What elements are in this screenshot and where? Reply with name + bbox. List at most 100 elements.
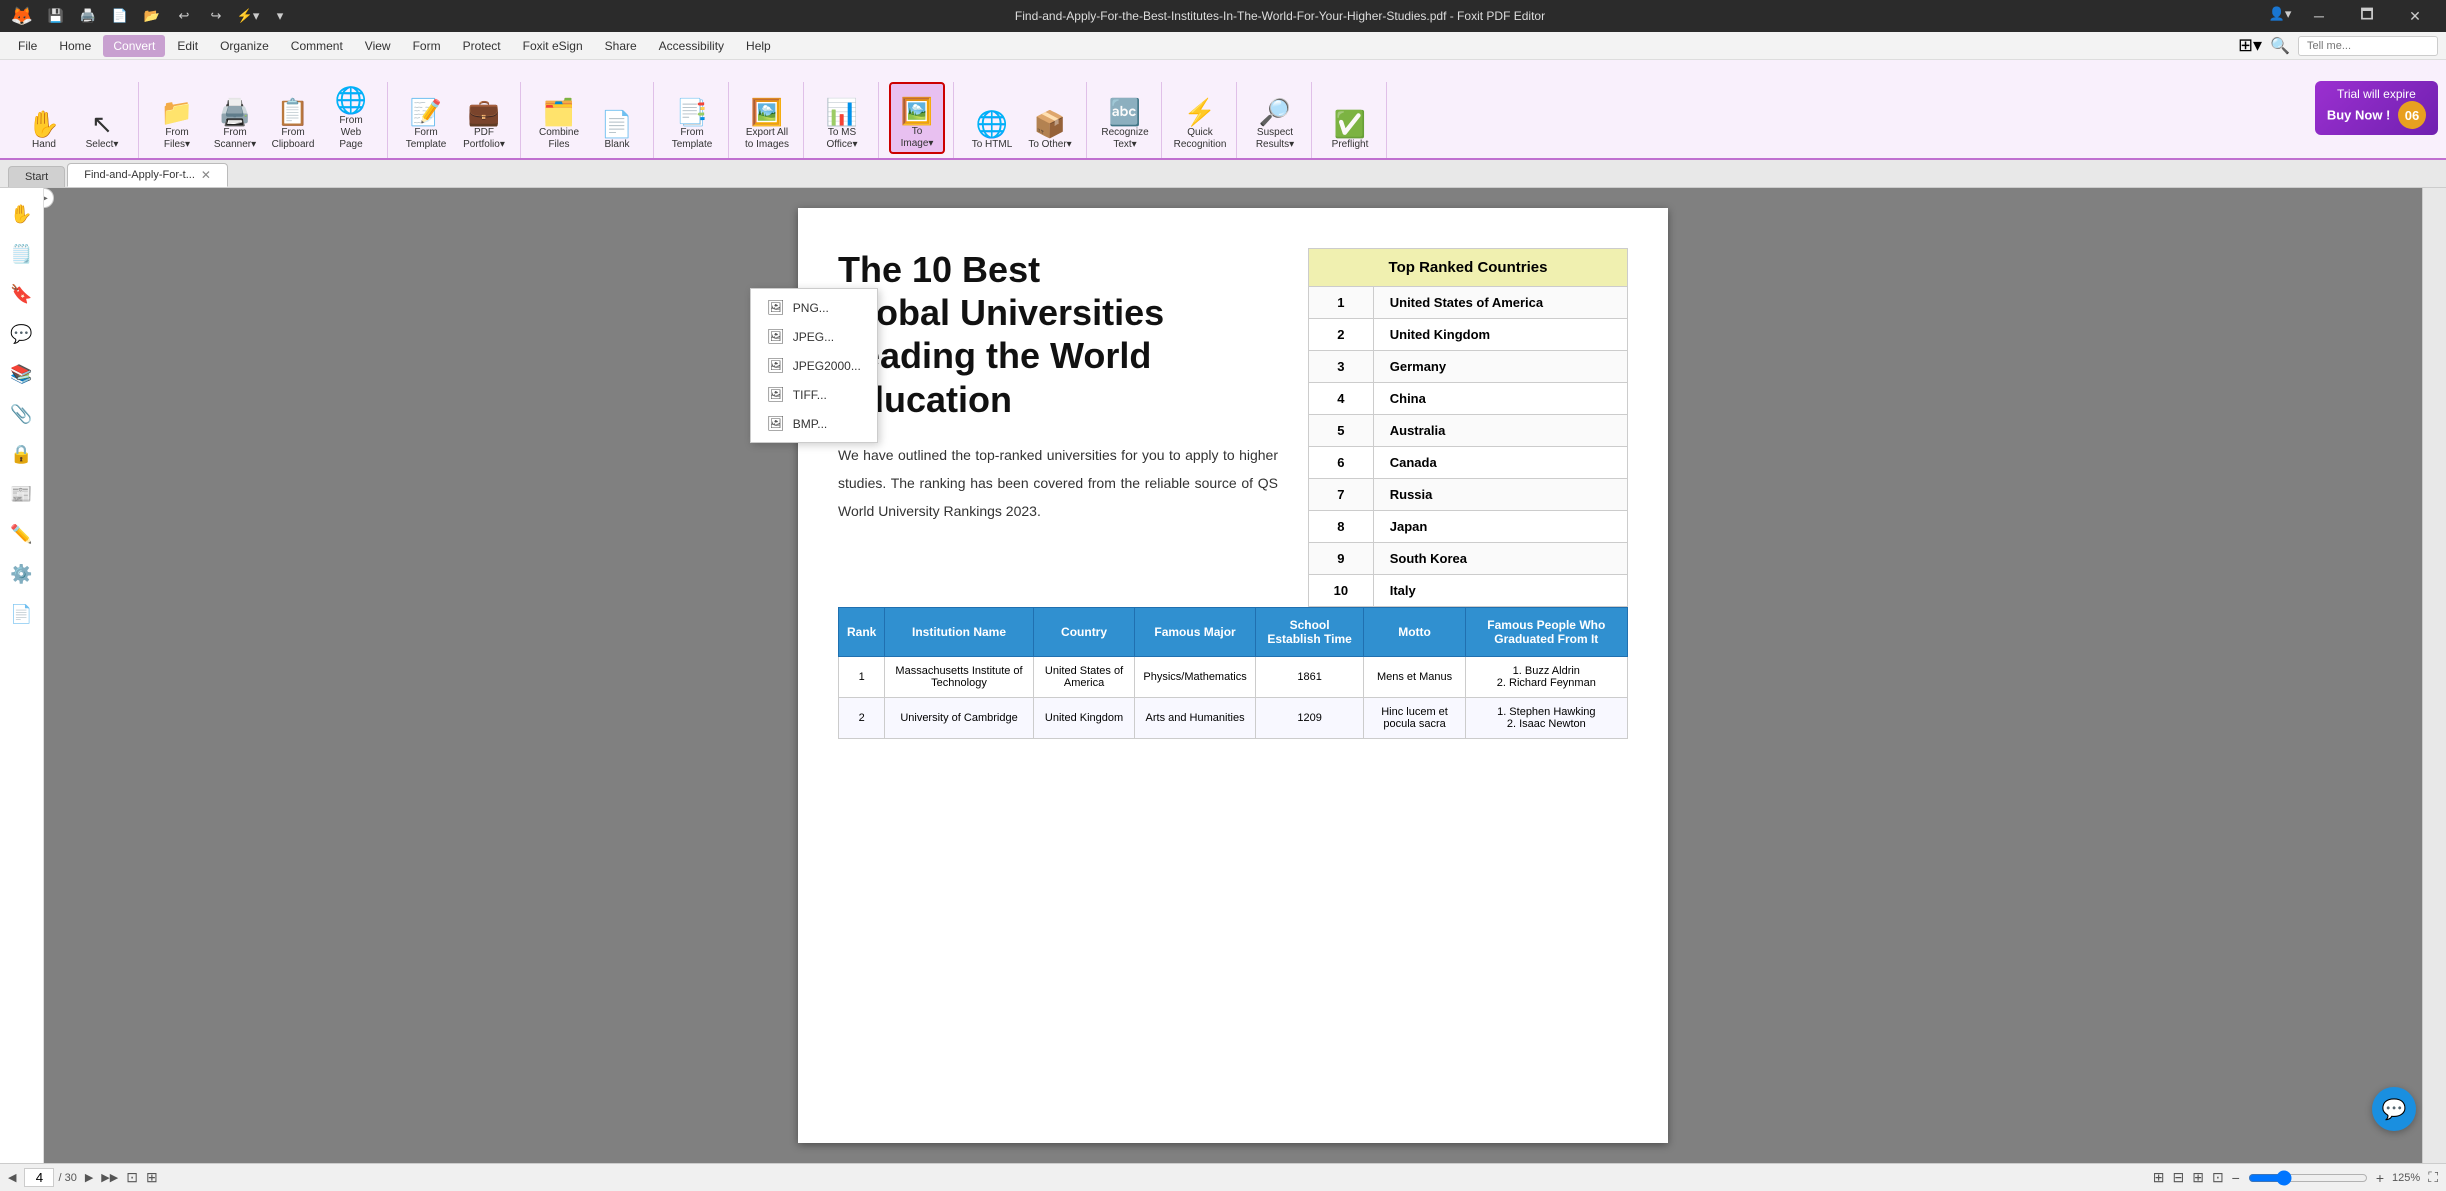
- prev-page-button[interactable]: ◀: [8, 1171, 16, 1184]
- title-bar-left: 🦊 💾 🖨️ 📄 📂 ↩ ↪ ⚡▾ ▾: [8, 2, 294, 30]
- sidebar-icon-comments[interactable]: 💬: [4, 316, 40, 352]
- sidebar-icon-actions[interactable]: ⚙️: [4, 556, 40, 592]
- from-template-button[interactable]: 📑 From Template: [664, 82, 720, 154]
- dropdown-png[interactable]: 🖼 PNG...: [751, 293, 877, 322]
- zoom-out-button[interactable]: −: [2232, 1170, 2240, 1186]
- view-options-button[interactable]: ⊡: [2212, 1169, 2224, 1186]
- row2-major: Arts and Humanities: [1135, 698, 1255, 739]
- preflight-icon: ✅: [1334, 111, 1366, 137]
- ribbon-group-template: 📑 From Template: [656, 82, 729, 158]
- menu-protect[interactable]: Protect: [453, 35, 511, 57]
- pdf-portfolio-button[interactable]: 💼 PDF Portfolio▾: [456, 82, 512, 154]
- fit-page-button[interactable]: ⊡: [126, 1169, 138, 1186]
- to-image-button[interactable]: 🖼️ To Image▾: [889, 82, 945, 154]
- sidebar-icon-article[interactable]: 📰: [4, 476, 40, 512]
- to-ms-office-button[interactable]: 📊 To MS Office▾: [814, 82, 870, 154]
- menu-help[interactable]: Help: [736, 35, 781, 57]
- table-row: 2 University of Cambridge United Kingdom…: [839, 698, 1628, 739]
- close-button[interactable]: ✕: [2392, 0, 2438, 32]
- sidebar-icon-hand[interactable]: ✋: [4, 196, 40, 232]
- fullscreen-button[interactable]: ⛶: [2428, 1169, 2438, 1186]
- dropdown-bmp[interactable]: 🖼 BMP...: [751, 409, 877, 438]
- view-single-button[interactable]: ⊞: [2153, 1169, 2165, 1186]
- tab-document[interactable]: Find-and-Apply-For-t... ✕: [67, 163, 228, 187]
- trial-badge[interactable]: Trial will expire Buy Now ! 06: [2315, 81, 2438, 135]
- menu-file[interactable]: File: [8, 35, 47, 57]
- dropdown-jpeg[interactable]: 🖼 JPEG...: [751, 322, 877, 351]
- form-template-button[interactable]: 📝 Form Template: [398, 82, 454, 154]
- new-quick-btn[interactable]: 📄: [106, 2, 134, 30]
- quick-recognition-icon: ⚡: [1184, 99, 1216, 125]
- save-quick-btn[interactable]: 💾: [42, 2, 70, 30]
- select-tool-button[interactable]: ↖ Select▾: [74, 82, 130, 154]
- sidebar-icon-signatures[interactable]: 🔒: [4, 436, 40, 472]
- from-webpage-button[interactable]: 🌐 From Web Page: [323, 82, 379, 154]
- tab-start[interactable]: Start: [8, 166, 65, 187]
- sidebar-icon-thumbnail[interactable]: 🗒️: [4, 236, 40, 272]
- export-all-icon: 🖼️: [751, 99, 783, 125]
- menu-convert[interactable]: Convert: [103, 35, 165, 57]
- hand-tool-button[interactable]: ✋ Hand: [16, 82, 72, 154]
- layout-options[interactable]: ⊞▾: [2238, 35, 2262, 56]
- redo-quick-btn[interactable]: ↪: [202, 2, 230, 30]
- menu-accessibility[interactable]: Accessibility: [649, 35, 734, 57]
- recognize-text-button[interactable]: 🔤 Recognize Text▾: [1097, 82, 1153, 154]
- user-icon[interactable]: 👤▾: [2266, 0, 2294, 28]
- dropdown-quick-btn[interactable]: ▾: [266, 2, 294, 30]
- menu-edit[interactable]: Edit: [167, 35, 208, 57]
- ribbon-group-export: 🖼️ Export All to Images: [731, 82, 804, 158]
- table-country-9: South Korea: [1373, 543, 1627, 575]
- search-input[interactable]: [2298, 36, 2438, 56]
- chat-button[interactable]: 💬: [2372, 1087, 2416, 1131]
- zoom-in-button[interactable]: +: [2376, 1170, 2384, 1186]
- menu-comment[interactable]: Comment: [281, 35, 353, 57]
- combine-files-button[interactable]: 🗂️ Combine Files: [531, 82, 587, 154]
- suspect-results-button[interactable]: 🔎 Suspect Results▾: [1247, 82, 1303, 154]
- open-quick-btn[interactable]: 📂: [138, 2, 166, 30]
- menu-foxit-esign[interactable]: Foxit eSign: [513, 35, 593, 57]
- to-other-button[interactable]: 📦 To Other▾: [1022, 82, 1078, 154]
- row1-major: Physics/Mathematics: [1135, 657, 1255, 698]
- minimize-button[interactable]: ─: [2296, 0, 2342, 32]
- from-buttons: 📁 From Files▾ 🖨️ From Scanner▾ 📋 From Cl…: [149, 82, 379, 154]
- maximize-button[interactable]: 🗖: [2344, 0, 2390, 32]
- menu-home[interactable]: Home: [49, 35, 101, 57]
- menu-view[interactable]: View: [355, 35, 401, 57]
- from-scanner-button[interactable]: 🖨️ From Scanner▾: [207, 82, 263, 154]
- sidebar-icon-stamp[interactable]: ✏️: [4, 516, 40, 552]
- from-files-button[interactable]: 📁 From Files▾: [149, 82, 205, 154]
- from-clipboard-button[interactable]: 📋 From Clipboard: [265, 82, 321, 154]
- dropdown-jpeg-label: JPEG...: [793, 330, 834, 344]
- quick-recognition-button[interactable]: ⚡ Quick Recognition: [1172, 82, 1228, 154]
- blank-button[interactable]: 📄 Blank: [589, 82, 645, 154]
- table-country-8: Japan: [1373, 511, 1627, 543]
- menu-share[interactable]: Share: [595, 35, 647, 57]
- export-all-button[interactable]: 🖼️ Export All to Images: [739, 82, 795, 154]
- status-right: ⊞ ⊟ ⊞ ⊡ − + 125% ⛶: [2153, 1169, 2438, 1186]
- dropdown-tiff[interactable]: 🖼 TIFF...: [751, 380, 877, 409]
- menu-organize[interactable]: Organize: [210, 35, 279, 57]
- view-double-button[interactable]: ⊟: [2172, 1169, 2184, 1186]
- customize-quick-btn[interactable]: ⚡▾: [234, 2, 262, 30]
- fit-width-button[interactable]: ⊞: [146, 1169, 158, 1186]
- preflight-button[interactable]: ✅ Preflight: [1322, 82, 1378, 154]
- sidebar-icon-layers[interactable]: 📚: [4, 356, 40, 392]
- from-scanner-icon: 🖨️: [219, 99, 251, 125]
- undo-quick-btn[interactable]: ↩: [170, 2, 198, 30]
- to-html-button[interactable]: 🌐 To HTML: [964, 82, 1020, 154]
- trial-buy-text: Buy Now !: [2327, 108, 2391, 123]
- view-continuous-button[interactable]: ⊞: [2192, 1169, 2204, 1186]
- dropdown-jpeg2000[interactable]: 🖼 JPEG2000...: [751, 351, 877, 380]
- last-page-button[interactable]: ▶▶: [101, 1171, 118, 1184]
- tab-close-button[interactable]: ✕: [201, 168, 211, 182]
- page-number-input[interactable]: [24, 1168, 54, 1187]
- sidebar-icon-copy[interactable]: 📄: [4, 596, 40, 632]
- sidebar-icon-bookmarks[interactable]: 🔖: [4, 276, 40, 312]
- menu-form[interactable]: Form: [403, 35, 451, 57]
- sidebar-icon-attachments[interactable]: 📎: [4, 396, 40, 432]
- col-name: Institution Name: [885, 608, 1033, 657]
- search-icon[interactable]: 🔍: [2270, 36, 2290, 56]
- print-quick-btn[interactable]: 🖨️: [74, 2, 102, 30]
- zoom-slider[interactable]: [2248, 1170, 2368, 1186]
- next-page-button[interactable]: ▶: [85, 1171, 93, 1184]
